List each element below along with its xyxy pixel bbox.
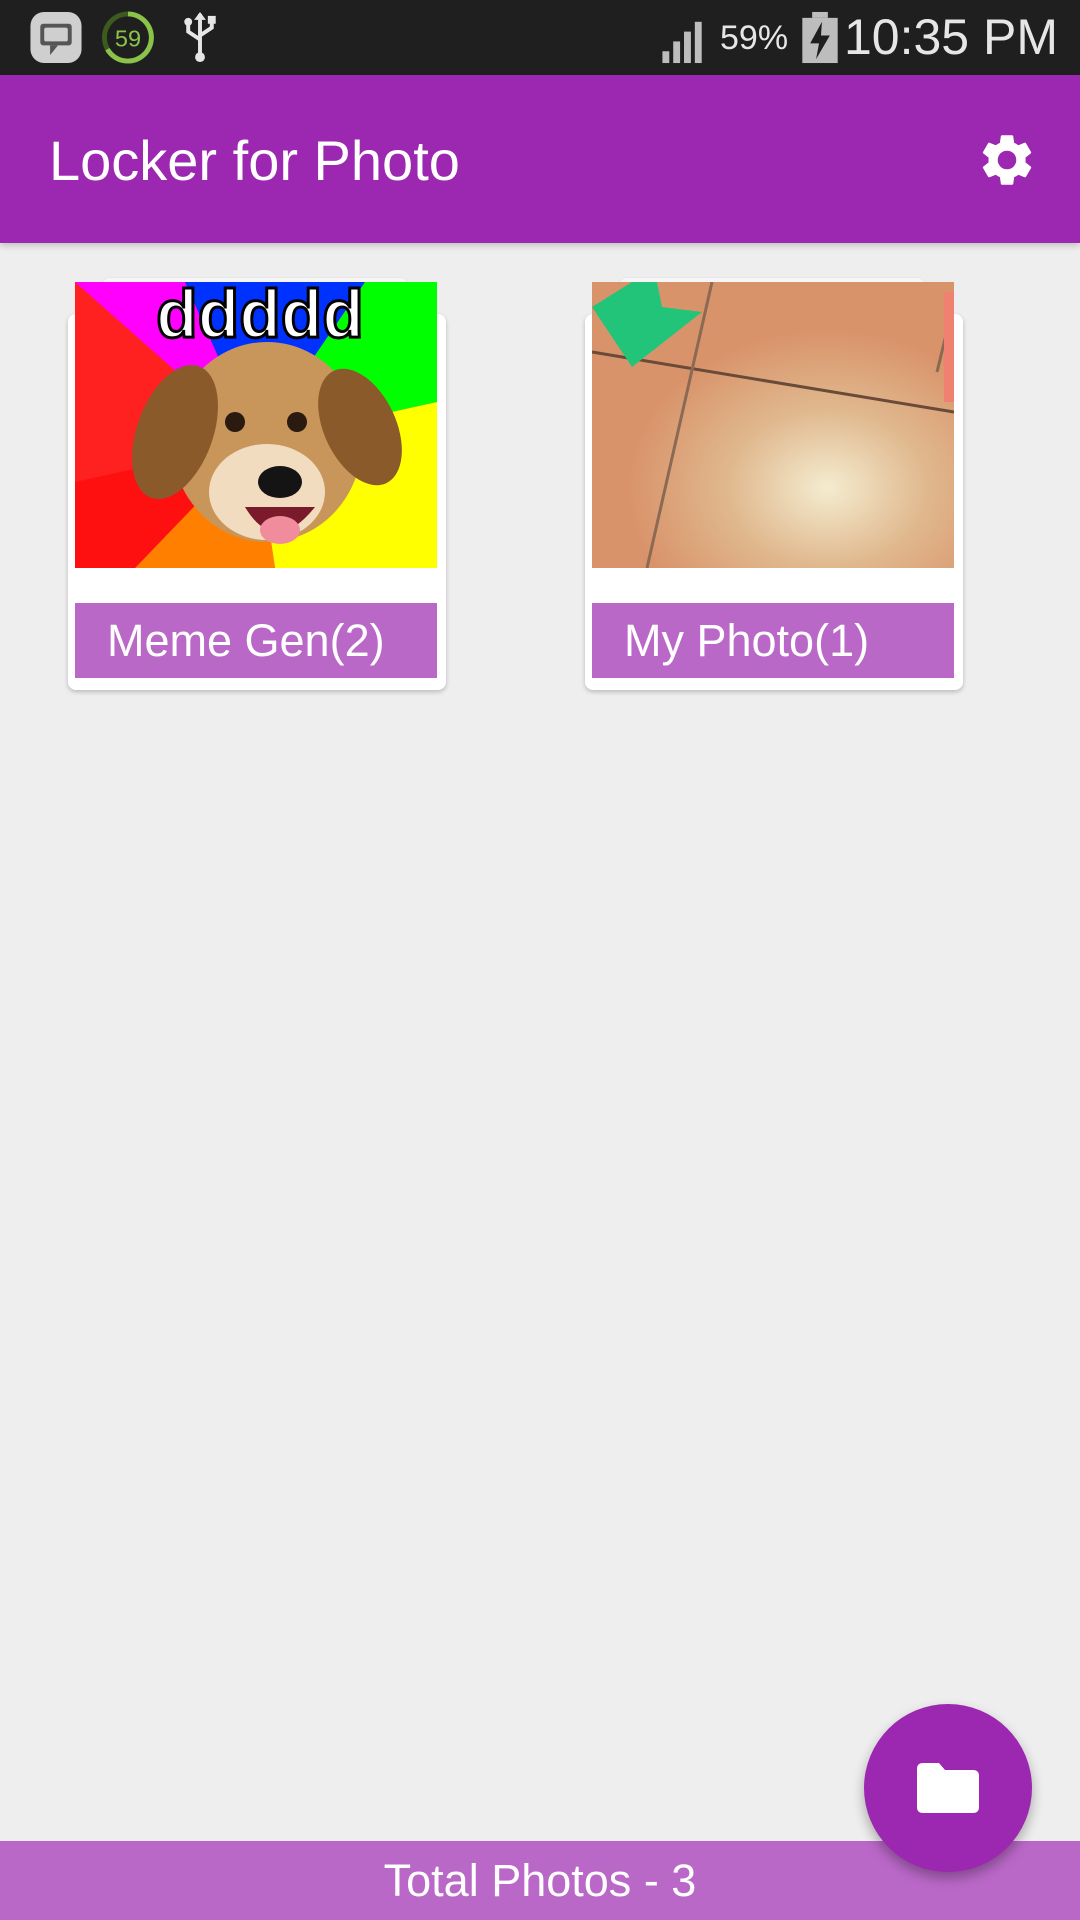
battery-charging-icon xyxy=(802,11,838,64)
album-thumbnail-floor-tiles xyxy=(592,282,954,568)
notification-count: 59 xyxy=(115,25,141,51)
usb-icon xyxy=(184,11,216,63)
meme-caption: ddddd xyxy=(156,282,364,352)
album-label: Meme Gen(2) xyxy=(75,603,437,678)
chat-app-icon xyxy=(30,11,82,64)
add-folder-button[interactable] xyxy=(864,1704,1032,1872)
progress-ring-icon: 59 xyxy=(101,11,155,64)
folder-icon xyxy=(917,1763,979,1813)
status-bar: 59 59% 10:35 PM xyxy=(0,0,1080,75)
album-label: My Photo(1) xyxy=(592,603,954,678)
clock: 10:35 PM xyxy=(843,9,1058,65)
battery-percent: 59% xyxy=(720,19,789,57)
app-title: Locker for Photo xyxy=(49,129,460,192)
album-thumbnail-dog-meme: ddddd xyxy=(75,282,437,568)
signal-icon xyxy=(662,21,702,64)
gear-icon xyxy=(982,135,1032,185)
app-bar: Locker for Photo xyxy=(0,75,1080,243)
settings-button[interactable] xyxy=(972,125,1042,195)
